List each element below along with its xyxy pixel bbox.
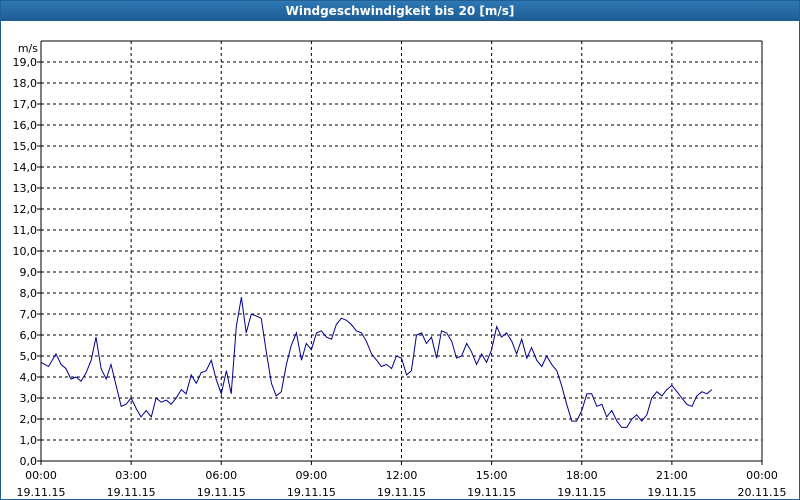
y-tick-label: 15,0 xyxy=(13,140,38,153)
x-tick-label-time: 18:00 xyxy=(566,469,598,482)
y-tick-label: 4,0 xyxy=(20,371,38,384)
x-tick-label-time: 03:00 xyxy=(115,469,147,482)
x-tick-label-time: 12:00 xyxy=(386,469,418,482)
y-axis-label: m/s xyxy=(18,42,38,55)
x-tick-label-date: 19.11.15 xyxy=(107,486,156,499)
x-tick-label-time: 21:00 xyxy=(656,469,688,482)
y-tick-label: 14,0 xyxy=(13,161,38,174)
y-tick-label: 2,0 xyxy=(20,413,38,426)
wind-speed-chart: m/s 0,0 1,0 2,0 3,0 4,0 5,0 6,0 7,0 8,0 9,0 10,0 11… xyxy=(13,40,787,499)
x-tick-label-time: 06:00 xyxy=(205,469,237,482)
y-tick-label: 8,0 xyxy=(20,287,38,300)
x-tick-label-time: 00:00 xyxy=(746,469,778,482)
x-tick-label-date: 19.11.15 xyxy=(377,486,426,499)
x-tick-label-time: 00:00 xyxy=(25,469,57,482)
y-tick-label: 17,0 xyxy=(13,98,38,111)
y-tick-label: 10,0 xyxy=(13,245,38,258)
y-tick-label: 19,0 xyxy=(13,56,38,69)
grid xyxy=(41,41,762,461)
y-tick-label: 11,0 xyxy=(13,224,38,237)
x-tick-label-date: 19.11.15 xyxy=(17,486,66,499)
x-tick-label-time: 09:00 xyxy=(296,469,328,482)
x-tick-label-date: 19.11.15 xyxy=(287,486,336,499)
chart-window: Windgeschwindigkeit bis 20 [m/s] m/s 0,0… xyxy=(0,0,800,500)
x-tick-label-date: 20.11.15 xyxy=(738,486,787,499)
x-tick-label-date: 19.11.15 xyxy=(557,486,606,499)
y-tick-labels: 0,0 1,0 2,0 3,0 4,0 5,0 6,0 7,0 8,0 9,0 10,0 11,0 12… xyxy=(13,56,38,468)
x-tick-label-date: 19.11.15 xyxy=(197,486,246,499)
y-tick-label: 18,0 xyxy=(13,77,38,90)
y-tick-label: 3,0 xyxy=(20,392,38,405)
y-tick-label: 6,0 xyxy=(20,329,38,342)
x-tick-label-date: 19.11.15 xyxy=(647,486,696,499)
x-tick-label-time: 15:00 xyxy=(476,469,508,482)
x-tick-labels: 00:00 19.11.15 03:00 19.11.15 06:00 19.11.15 0… xyxy=(17,469,787,499)
y-tick-label: 12,0 xyxy=(13,203,38,216)
y-tick-label: 1,0 xyxy=(20,434,38,447)
x-tick-label-date: 19.11.15 xyxy=(467,486,516,499)
y-tick-label: 13,0 xyxy=(13,182,38,195)
y-tick-label: 16,0 xyxy=(13,119,38,132)
y-tick-label: 0,0 xyxy=(20,455,38,468)
y-tick-label: 5,0 xyxy=(20,350,38,363)
y-tick-label: 7,0 xyxy=(20,308,38,321)
y-tick-label: 9,0 xyxy=(20,266,38,279)
